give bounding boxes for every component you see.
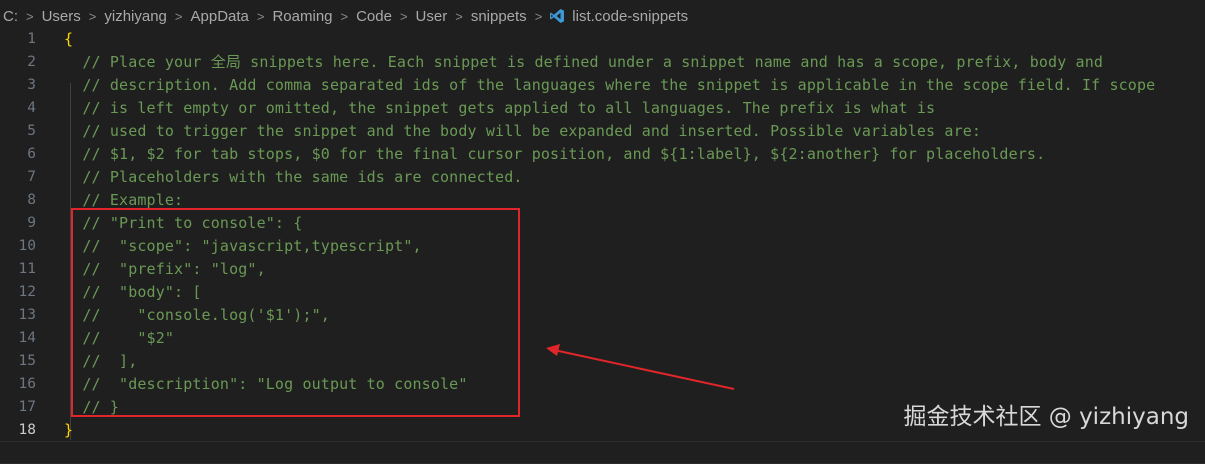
code-line[interactable]: 5 // used to trigger the snippet and the…	[0, 119, 1205, 142]
line-number: 13	[18, 306, 36, 323]
chevron-right-icon: >	[340, 8, 349, 24]
chevron-right-icon: >	[534, 8, 543, 24]
code-text[interactable]: // $1, $2 for tab stops, $0 for the fina…	[64, 145, 1045, 163]
code-line[interactable]: 6 // $1, $2 for tab stops, $0 for the fi…	[0, 142, 1205, 165]
code-line[interactable]: 3 // description. Add comma separated id…	[0, 73, 1205, 96]
breadcrumb-users[interactable]: Users	[41, 8, 82, 25]
line-number: 2	[27, 53, 36, 70]
chevron-right-icon: >	[256, 8, 265, 24]
chevron-right-icon: >	[399, 8, 408, 24]
line-number: 18	[18, 421, 36, 438]
line-number: 15	[18, 352, 36, 369]
breadcrumb-file[interactable]: list.code-snippets	[571, 8, 689, 25]
line-number: 16	[18, 375, 36, 392]
watermark: 掘金技术社区 @ yizhiyang	[903, 404, 1189, 430]
vscode-file-icon	[549, 8, 565, 24]
code-line[interactable]: 2 // Place your 全局 snippets here. Each s…	[0, 50, 1205, 73]
chevron-right-icon: >	[455, 8, 463, 24]
chevron-right-icon: >	[26, 8, 34, 24]
code-line[interactable]: 7 // Placeholders with the same ids are …	[0, 165, 1205, 188]
breadcrumb-snippets[interactable]: snippets	[470, 8, 528, 25]
line-number: 17	[18, 398, 36, 415]
code-text[interactable]: // description. Add comma separated ids …	[64, 76, 1155, 94]
line-number: 10	[18, 237, 36, 254]
line-number: 9	[27, 214, 36, 231]
chevron-right-icon: >	[88, 8, 97, 24]
line-number: 3	[27, 76, 36, 93]
line-number: 8	[27, 191, 36, 208]
line-number: 1	[27, 30, 36, 47]
code-text[interactable]: // Placeholders with the same ids are co…	[64, 168, 523, 186]
annotation-highlight-box	[71, 208, 520, 417]
line-number: 12	[18, 283, 36, 300]
annotation-arrow-icon	[546, 344, 735, 390]
breadcrumb-roaming[interactable]: Roaming	[271, 8, 333, 25]
code-text[interactable]: // Place your 全局 snippets here. Each sni…	[64, 51, 1103, 72]
current-line-highlight	[0, 441, 1205, 464]
line-number: 14	[18, 329, 36, 346]
line-number: 6	[27, 145, 36, 162]
line-number: 7	[27, 168, 36, 185]
line-number: 5	[27, 122, 36, 139]
line-number: 11	[18, 260, 36, 277]
code-text[interactable]: // Example:	[64, 191, 183, 209]
chevron-right-icon: >	[174, 8, 183, 24]
code-text[interactable]: // is left empty or omitted, the snippet…	[64, 99, 935, 117]
breadcrumb-user[interactable]: User	[415, 8, 449, 25]
code-text[interactable]: {	[64, 30, 73, 48]
code-line[interactable]: 1 {	[0, 27, 1205, 50]
breadcrumb-username[interactable]: yizhiyang	[103, 8, 168, 25]
breadcrumb-drive[interactable]: C:	[0, 8, 19, 25]
code-text[interactable]: }	[64, 421, 73, 439]
line-number: 4	[27, 99, 36, 116]
code-line[interactable]: 4 // is left empty or omitted, the snipp…	[0, 96, 1205, 119]
breadcrumb-code[interactable]: Code	[355, 8, 393, 25]
code-text[interactable]: // used to trigger the snippet and the b…	[64, 122, 981, 140]
breadcrumb-appdata[interactable]: AppData	[190, 8, 250, 25]
